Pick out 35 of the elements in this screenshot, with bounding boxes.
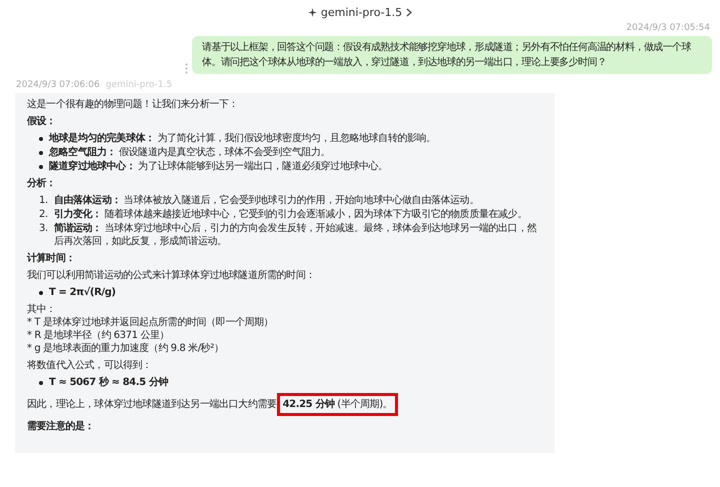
list-item-text: 隧道穿过地球中心： 为了让球体能够到达另一端出口，隧道必须穿过地球中心。 [49, 160, 388, 173]
paragraph: 将数值代入公式，可以得到： [27, 359, 153, 372]
user-message: 请基于以上框架，回答这个问题：假设有成熟技术能够挖穿地球，形成隧道；另外有不怕任何高温的材料，做成一个球体。请问把这个球体从地球的一端放入，穿过隧道，到达地球的另一端出口，理论上要多少时间？ [192, 36, 712, 74]
list-item-text: 地球是均匀的完美球体： 为了简化计算，我们假设地球密度均匀，且忽略地球自转的影响。 [49, 132, 436, 145]
section-heading: 分析： [27, 177, 57, 190]
list-item-text: T ≈ 5067 秒 ≈ 84.5 分钟 [49, 376, 168, 389]
paragraph: 这是一个很有趣的物理问题！让我们来分析一下： [27, 98, 240, 111]
bullet-icon [39, 291, 43, 295]
text-line: * R 是地球半径（约 6371 公里） [27, 329, 170, 342]
bullet-icon [39, 137, 43, 141]
bullet-icon [39, 165, 43, 169]
timestamp: 2024/9/3 07:05:54 [625, 22, 711, 35]
section-heading: 计算时间： [27, 252, 76, 265]
timestamp: 2024/9/3 07:06:06 [16, 80, 100, 90]
bullet-icon [39, 151, 43, 155]
list-item-text: 简谐运动： 当球体穿过地球中心后，引力的方向会发生反转，开始减速。最终，球体会到达地球另一端的出口，然后再次落回，如此反复，形成简谐运动。 [54, 222, 538, 248]
list-item-text: 引力变化： 随着球体越来越接近地球中心，它受到的引力会逐渐减小，因为球体下方吸引它的物质质量在减少。 [54, 208, 527, 221]
sparkle-icon [308, 8, 317, 17]
list-number: 1. [39, 194, 48, 207]
section-heading: 假设： [27, 115, 57, 128]
text-line: * T 是球体穿过地球并返回起点所需的时间（即一个周期） [27, 316, 274, 329]
list-item-text: 自由落体运动： 当球体被放入隧道后，它会受到地球引力的作用，开始向地球中心做自由落体运动。 [54, 194, 479, 207]
list-item-text: T = 2π√(R/g) [49, 286, 116, 299]
bullet-icon [39, 381, 43, 385]
list-number: 3. [39, 222, 48, 235]
list-item-text: 忽略空气阻力： 假设隧道内是真空状态，球体不会受到空气阻力。 [49, 146, 330, 159]
text-line: * g 是地球表面的重力加速度（约 9.8 米/秒²） [27, 342, 225, 355]
chevron-icon [406, 8, 412, 17]
text-line: 其中： [27, 303, 57, 316]
paragraph: 我们可以利用简谐运动的公式来计算球体穿过地球隧道所需的时间： [27, 269, 316, 282]
highlighted-answer: 42.25 分钟 (半个周期)。 [276, 393, 398, 416]
paragraph: 因此，理论上，球体穿过地球隧道到达另一端出口大约需要 [27, 398, 277, 411]
list-number: 2. [39, 208, 48, 221]
section-heading: 需要注意的是： [27, 420, 96, 433]
more-icon[interactable] [185, 63, 188, 74]
